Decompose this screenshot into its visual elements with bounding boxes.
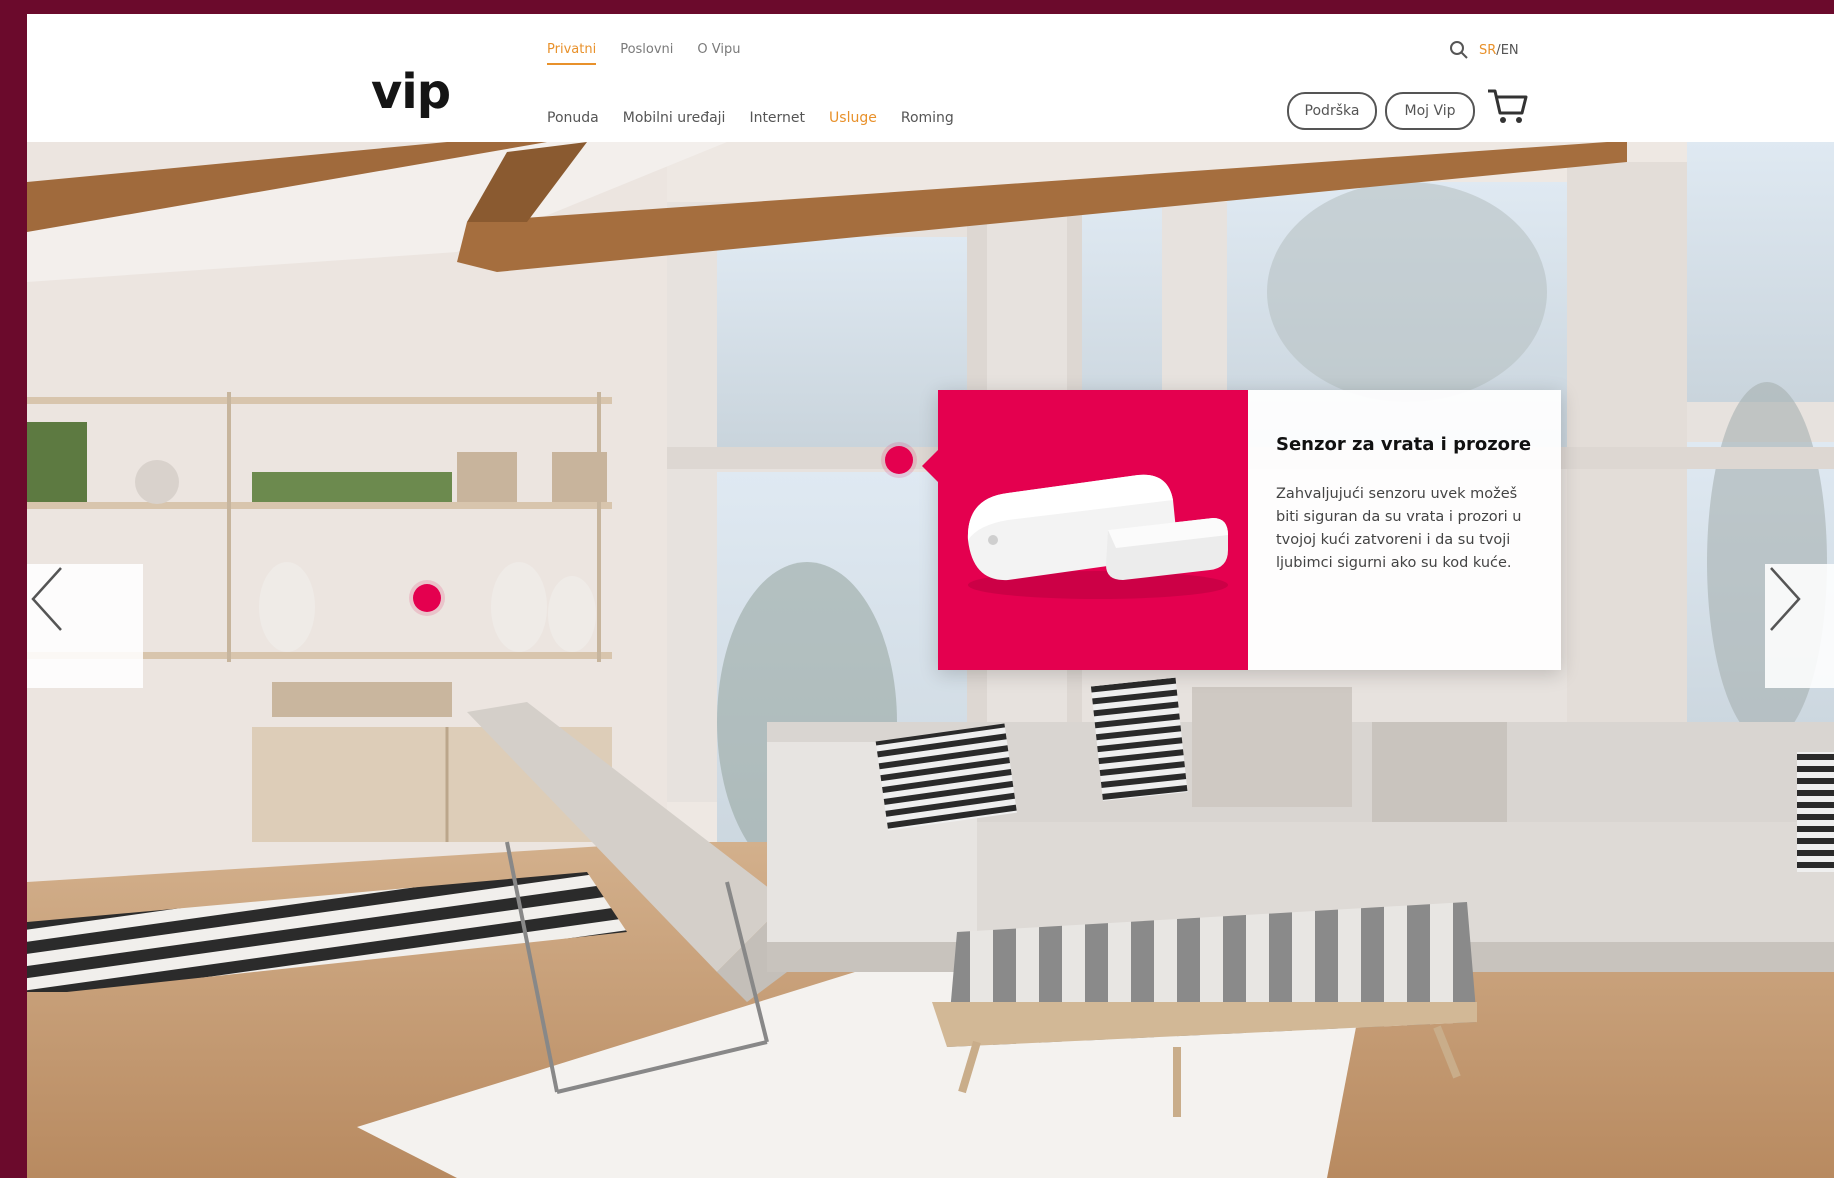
site-header: vip Privatni Poslovni O Vipu Ponuda Mobi… xyxy=(27,14,1834,142)
language-switcher[interactable]: SR/EN xyxy=(1479,43,1519,58)
support-button[interactable]: Podrška xyxy=(1287,92,1377,130)
main-nav-internet[interactable]: Internet xyxy=(749,110,805,126)
my-vip-button[interactable]: Moj Vip xyxy=(1385,92,1475,130)
main-nav-usluge[interactable]: Usluge xyxy=(829,110,877,126)
hotspot-door-sensor[interactable] xyxy=(885,446,913,474)
top-nav-privatni[interactable]: Privatni xyxy=(547,42,597,65)
carousel-prev-button[interactable] xyxy=(27,564,143,688)
top-nav: Privatni Poslovni O Vipu xyxy=(547,42,740,65)
main-nav-roming[interactable]: Roming xyxy=(901,110,954,126)
product-description: Zahvaljujući senzoru uvek možeš biti sig… xyxy=(1276,485,1522,572)
top-nav-poslovni[interactable]: Poslovni xyxy=(620,42,673,65)
door-window-sensor-icon xyxy=(967,474,1228,599)
browser-frame: vip Privatni Poslovni O Vipu Ponuda Mobi… xyxy=(27,14,1834,1178)
main-nav-mobilni-uredjaji[interactable]: Mobilni uređaji xyxy=(623,110,726,126)
main-nav-ponuda[interactable]: Ponuda xyxy=(547,110,599,126)
cart-icon[interactable] xyxy=(1485,86,1529,126)
product-title: Senzor za vrata i prozore xyxy=(1276,434,1532,455)
vip-logo[interactable]: vip xyxy=(371,68,451,116)
lang-en[interactable]: EN xyxy=(1501,43,1519,58)
hotspot-shelf-item[interactable] xyxy=(413,584,441,612)
product-info-card: Senzor za vrata i prozore Zahvaljujući s… xyxy=(922,390,1561,670)
top-nav-o-vipu[interactable]: O Vipu xyxy=(697,42,740,65)
main-nav: Ponuda Mobilni uređaji Internet Usluge R… xyxy=(547,110,954,126)
living-room-illustration xyxy=(27,142,1834,1178)
carousel-next-button[interactable] xyxy=(1765,564,1834,688)
hero-living-room-scene: Senzor za vrata i prozore Zahvaljujući s… xyxy=(27,142,1834,1178)
lang-sr[interactable]: SR xyxy=(1479,43,1496,58)
header-utilities: SR/EN xyxy=(1449,40,1519,60)
product-description-panel: Senzor za vrata i prozore Zahvaljujući s… xyxy=(1248,390,1561,670)
search-icon[interactable] xyxy=(1449,40,1469,60)
product-image xyxy=(938,390,1248,670)
